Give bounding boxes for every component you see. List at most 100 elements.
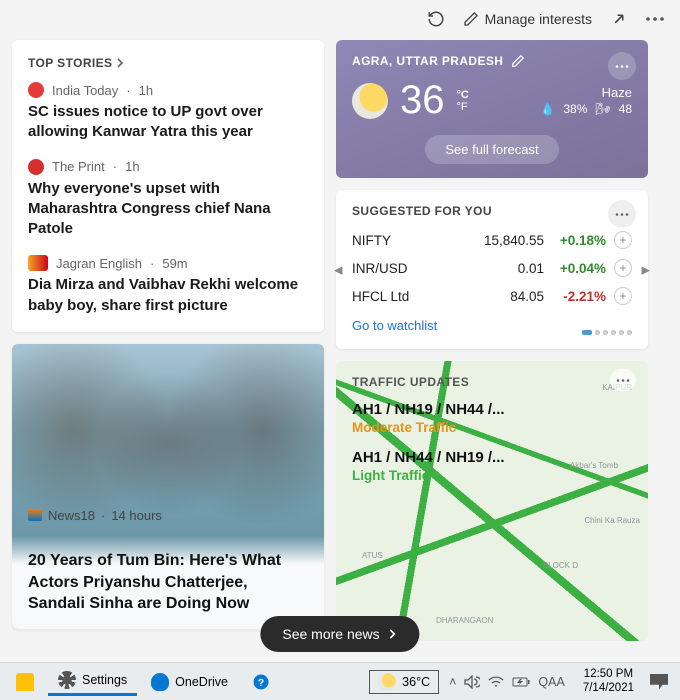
chevron-up-icon[interactable]: ˄ (449, 675, 456, 689)
next-arrow-icon[interactable]: ▶ (642, 263, 650, 276)
story-source: India Today (52, 83, 118, 98)
wind-icon: 🌬 (595, 102, 610, 116)
route-status: Light Traffic (352, 468, 632, 483)
source-icon (28, 82, 44, 98)
stock-value: 84.05 (474, 289, 544, 304)
featured-title: 20 Years of Tum Bin: Here's What Actors … (28, 550, 308, 615)
volume-icon[interactable] (464, 675, 480, 689)
watchlist-link[interactable]: Go to watchlist (352, 318, 437, 333)
top-stories-card: TOP STORIES India Today · 1h SC issues n… (12, 40, 324, 332)
taskbar-app-explorer[interactable] (6, 669, 44, 695)
stock-name: NIFTY (352, 233, 474, 248)
more-icon[interactable] (646, 17, 664, 21)
story-source: Jagran English (56, 256, 142, 271)
stock-row[interactable]: NIFTY 15,840.55 +0.18% + (352, 226, 632, 254)
stock-value: 0.01 (474, 261, 544, 276)
route-name: AH1 / NH44 / NH19 /... (352, 449, 632, 466)
suggested-header: SUGGESTED FOR YOU (352, 204, 632, 218)
route-status: Moderate Traffic (352, 420, 632, 435)
see-more-news-button[interactable]: See more news (260, 616, 419, 652)
weather-condition-icon (352, 83, 388, 119)
story-title: Why everyone's upset with Maharashtra Co… (28, 179, 308, 240)
pencil-icon[interactable] (511, 54, 525, 68)
story-time: 1h (139, 83, 153, 98)
traffic-card: KAIPUR Akbar's Tomb Chini Ka Rauza ATUS … (336, 361, 648, 641)
stock-name: HFCL Ltd (352, 289, 474, 304)
wifi-icon[interactable] (488, 675, 504, 689)
manage-interests-label: Manage interests (485, 11, 592, 27)
stock-value: 15,840.55 (474, 233, 544, 248)
weather-card: AGRA, UTTAR PRADESH 36 °C°F Haze 💧 38% 🌬 4… (336, 40, 648, 178)
weather-wind: 48 (619, 102, 632, 116)
traffic-route[interactable]: AH1 / NH44 / NH19 /... Light Traffic (352, 449, 632, 483)
clock-time: 12:50 PM (583, 668, 634, 682)
weather-temp: 36 (400, 78, 445, 123)
story-item[interactable]: India Today · 1h SC issues notice to UP … (28, 82, 308, 143)
weather-location: AGRA, UTTAR PRADESH (352, 54, 503, 68)
expand-icon[interactable] (610, 10, 628, 28)
traffic-menu-button[interactable] (610, 369, 636, 391)
notifications-icon[interactable] (650, 674, 668, 690)
route-name: AH1 / NH19 / NH44 /... (352, 401, 632, 418)
taskbar-temp: 36°C (402, 675, 430, 689)
prev-arrow-icon[interactable]: ◀ (334, 263, 342, 276)
add-stock-button[interactable]: + (614, 259, 632, 277)
stock-change: +0.04% (544, 261, 606, 276)
gear-icon (58, 671, 76, 689)
temp-unit-toggle[interactable]: °C°F (457, 89, 469, 113)
onedrive-label: OneDrive (175, 675, 228, 689)
clock-date: 7/14/2021 (583, 682, 634, 696)
stock-name: INR/USD (352, 261, 474, 276)
traffic-route[interactable]: AH1 / NH19 / NH44 /... Moderate Traffic (352, 401, 632, 435)
stock-row[interactable]: HFCL Ltd 84.05 -2.21% + (352, 282, 632, 310)
help-icon: ? (252, 673, 270, 691)
weather-icon (378, 673, 396, 691)
taskbar-clock[interactable]: 12:50 PM 7/14/2021 (575, 668, 642, 696)
language-indicator[interactable]: QAA (538, 675, 564, 689)
featured-story-card[interactable]: News18 · 14 hours 20 Years of Tum Bin: H… (12, 344, 324, 629)
taskbar-app-settings[interactable]: Settings (48, 667, 137, 696)
stock-row[interactable]: INR/USD 0.01 +0.04% + (352, 254, 632, 282)
story-item[interactable]: The Print · 1h Why everyone's upset with… (28, 159, 308, 240)
stock-change: -2.21% (544, 289, 606, 304)
weather-menu-button[interactable] (608, 52, 636, 80)
taskbar-app-onedrive[interactable]: OneDrive (141, 669, 238, 695)
battery-icon[interactable] (512, 676, 530, 688)
suggested-menu-button[interactable] (608, 200, 636, 228)
weather-humidity: 38% (563, 102, 587, 116)
pencil-icon (463, 11, 479, 27)
story-title: SC issues notice to UP govt over allowin… (28, 102, 308, 143)
story-time: 59m (162, 256, 187, 271)
taskbar-app-help[interactable]: ? (242, 669, 280, 695)
refresh-icon[interactable] (427, 10, 445, 28)
see-forecast-button[interactable]: See full forecast (425, 135, 558, 164)
stock-change: +0.18% (544, 233, 606, 248)
chevron-right-icon (116, 58, 124, 68)
story-time: 1h (125, 159, 139, 174)
source-icon (28, 509, 42, 521)
weather-condition: Haze (540, 85, 632, 100)
manage-interests-button[interactable]: Manage interests (463, 11, 592, 27)
add-stock-button[interactable]: + (614, 287, 632, 305)
svg-text:?: ? (258, 676, 264, 688)
taskbar: Settings OneDrive ? 36°C ˄ QAA 12:50 PM … (0, 662, 680, 700)
humidity-icon: 💧 (540, 102, 555, 116)
featured-source: News18 (48, 508, 95, 523)
see-more-label: See more news (282, 626, 379, 642)
story-item[interactable]: Jagran English · 59m Dia Mirza and Vaibh… (28, 255, 308, 316)
add-stock-button[interactable]: + (614, 231, 632, 249)
traffic-header: TRAFFIC UPDATES (352, 375, 632, 389)
cloud-icon (151, 673, 169, 691)
widgets-toolbar: Manage interests (0, 0, 680, 32)
top-stories-header[interactable]: TOP STORIES (28, 56, 308, 70)
taskbar-weather[interactable]: 36°C (369, 670, 439, 694)
source-icon (28, 159, 44, 175)
top-stories-header-label: TOP STORIES (28, 56, 112, 70)
folder-icon (16, 673, 34, 691)
source-icon (28, 255, 48, 271)
story-source: The Print (52, 159, 105, 174)
story-title: Dia Mirza and Vaibhav Rekhi welcome baby… (28, 275, 308, 316)
page-indicator (582, 330, 632, 335)
featured-time: 14 hours (111, 508, 162, 523)
suggested-card: ◀ ▶ SUGGESTED FOR YOU NIFTY 15,840.55 +0… (336, 190, 648, 349)
